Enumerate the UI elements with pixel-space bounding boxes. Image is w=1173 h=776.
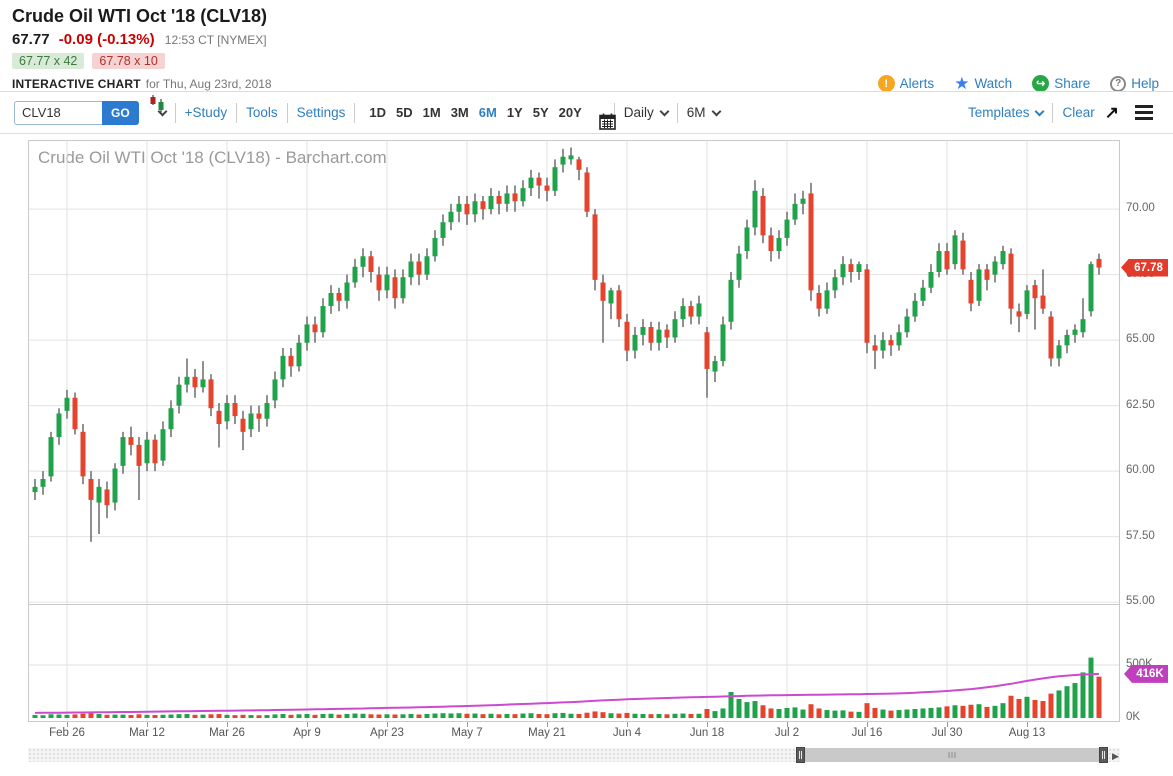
alerts-label: Alerts (900, 76, 935, 91)
share-label: Share (1054, 76, 1090, 91)
templates-label: Templates (968, 105, 1030, 120)
tools-button[interactable]: Tools (246, 105, 278, 120)
alerts-link[interactable]: ! Alerts (878, 75, 935, 92)
axis-tick-label: Feb 26 (39, 727, 95, 739)
clear-button[interactable]: Clear (1062, 105, 1094, 120)
watch-label: Watch (974, 76, 1012, 91)
axis-tick-label: Jun 4 (599, 727, 655, 739)
chevron-down-icon (1035, 106, 1045, 116)
chevron-down-icon (659, 106, 669, 116)
divider (677, 103, 678, 123)
axis-tick-label: Mar 12 (119, 727, 175, 739)
tab-1d[interactable]: 1D (369, 105, 386, 120)
axis-tick-label: Apr 9 (279, 727, 335, 739)
chart-date: for Thu, Aug 23rd, 2018 (146, 77, 272, 91)
go-button[interactable]: GO (102, 101, 139, 125)
axis-tick-label: 0K (1126, 711, 1172, 723)
tab-1m[interactable]: 1M (423, 105, 441, 120)
barchart-interactive-chart-page: Crude Oil WTI Oct '18 (CLV18) 67.77 -0.0… (0, 0, 1173, 776)
chart-scrollbar-range[interactable] (800, 748, 1104, 762)
divider (287, 103, 288, 123)
axis-tick-label: 70.00 (1126, 202, 1172, 214)
range-dropdown[interactable]: 6M (687, 105, 720, 120)
share-link[interactable]: ↪ Share (1032, 75, 1090, 92)
price-pane (29, 141, 1119, 604)
tab-5y[interactable]: 5Y (533, 105, 549, 120)
divider (175, 103, 176, 123)
help-icon: ? (1110, 76, 1126, 92)
menu-icon[interactable] (1135, 105, 1153, 120)
scrollbar-grip-icon (949, 752, 956, 758)
axis-tick-label: 60.00 (1126, 464, 1172, 476)
chart-scrollbar-track[interactable] (28, 748, 1120, 762)
frequency-dropdown[interactable]: Daily (624, 105, 668, 120)
quote-time: 12:53 CT [NYMEX] (165, 33, 267, 47)
axis-tick-label: 55.00 (1126, 595, 1172, 607)
divider (1052, 103, 1053, 123)
chevron-down-icon (711, 106, 721, 116)
axis-tick-label: 65.00 (1126, 333, 1172, 345)
page-title: Crude Oil WTI Oct '18 (CLV18) (12, 6, 1173, 27)
watch-link[interactable]: ★ Watch (954, 75, 1012, 92)
axis-tick-label: Aug 13 (999, 727, 1055, 739)
bid-ask-row: 67.77 x 42 67.78 x 10 (12, 53, 1173, 69)
divider (236, 103, 237, 123)
divider (354, 103, 355, 123)
axis-tick-label: Jul 2 (759, 727, 815, 739)
axis-tick-label: Apr 23 (359, 727, 415, 739)
last-price: 67.77 (12, 31, 50, 48)
tab-3m[interactable]: 3M (451, 105, 469, 120)
templates-dropdown[interactable]: Templates (968, 105, 1044, 120)
watch-star-icon: ★ (954, 75, 969, 92)
share-icon: ↪ (1032, 75, 1049, 92)
expand-chart-icon[interactable]: ↗ (1105, 103, 1119, 123)
toolbar-right: Templates Clear ↗ (968, 103, 1159, 123)
scrollbar-right-handle[interactable] (1099, 747, 1108, 763)
axis-tick-label: 62.50 (1126, 399, 1172, 411)
axis-tick-label: Mar 26 (199, 727, 255, 739)
last-price-tag: 67.78 (1121, 259, 1168, 277)
chart-toolbar: GO +Study Tools Settings 1D 5D 1M 3M 6M … (0, 92, 1173, 134)
axis-tick-label: May 21 (519, 727, 575, 739)
axis-tick-label: Jun 18 (679, 727, 735, 739)
help-label: Help (1131, 76, 1159, 91)
quote-line: 67.77 -0.09 (-0.13%) 12:53 CT [NYMEX] (12, 31, 1173, 48)
axis-tick-label: May 7 (439, 727, 495, 739)
interactive-chart-row: INTERACTIVE CHART for Thu, Aug 23rd, 201… (12, 75, 1173, 92)
bid-badge: 67.77 x 42 (12, 53, 84, 69)
interactive-chart-label: INTERACTIVE CHART (12, 77, 141, 91)
alerts-icon: ! (878, 75, 895, 92)
axis-tick-label: Jul 16 (839, 727, 895, 739)
tab-1y[interactable]: 1Y (507, 105, 523, 120)
scroll-right-arrow[interactable]: ▶ (1112, 751, 1119, 762)
symbol-input[interactable] (14, 101, 102, 125)
ask-badge: 67.78 x 10 (92, 53, 164, 69)
tab-20y[interactable]: 20Y (559, 105, 582, 120)
tab-6m[interactable]: 6M (479, 105, 497, 120)
add-study-button[interactable]: +Study (185, 105, 227, 120)
header-links: ! Alerts ★ Watch ↪ Share ? Help (878, 75, 1159, 92)
tab-5d[interactable]: 5D (396, 105, 413, 120)
axis-tick-label: 57.50 (1126, 530, 1172, 542)
scrollbar-left-handle[interactable] (796, 747, 805, 763)
open-interest-tag: 416K (1124, 665, 1168, 683)
price-change: -0.09 (-0.13%) (59, 31, 155, 48)
settings-button[interactable]: Settings (297, 105, 346, 120)
help-link[interactable]: ? Help (1110, 76, 1159, 92)
axis-tick-label: Jul 30 (919, 727, 975, 739)
range-value: 6M (687, 105, 706, 120)
header: Crude Oil WTI Oct '18 (CLV18) 67.77 -0.0… (12, 6, 1173, 92)
volume-pane (29, 605, 1119, 722)
frequency-value: Daily (624, 105, 654, 120)
